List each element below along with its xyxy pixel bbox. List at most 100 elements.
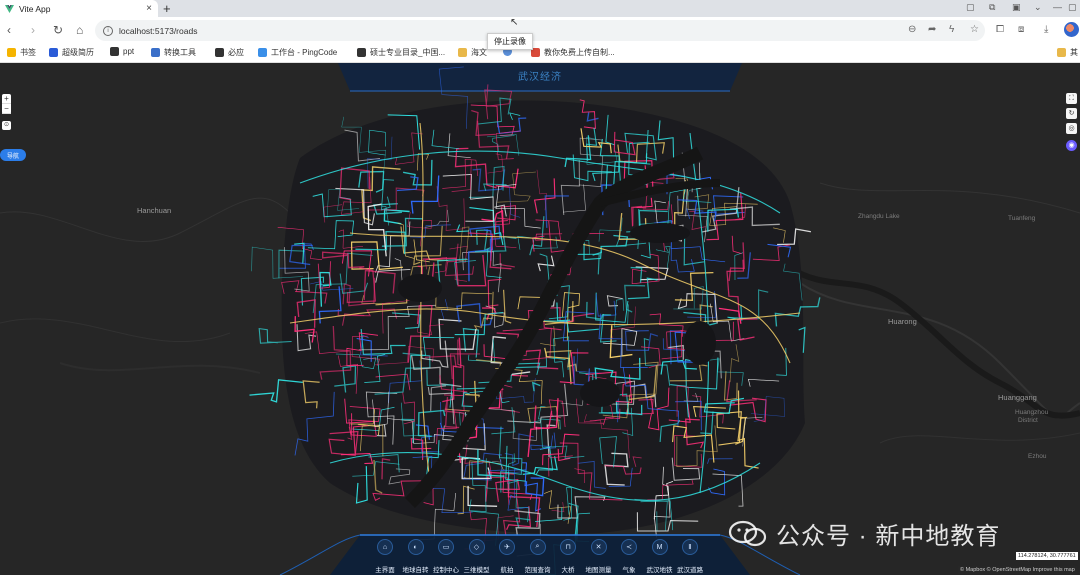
url-text: localhost:5173/roads	[119, 25, 198, 36]
bookmark-item[interactable]: ppt	[110, 47, 134, 56]
new-tab-button[interactable]: +	[163, 1, 171, 16]
bookmark-label: 硕士专业目录_中国...	[370, 48, 446, 57]
download-icon[interactable]: ⤓	[1044, 24, 1048, 35]
rotate-icon[interactable]: ↻	[1066, 108, 1077, 119]
share-icon[interactable]: ➦	[928, 24, 936, 35]
bookmark-item[interactable]: 海文	[458, 47, 487, 58]
vite-logo-icon	[5, 4, 14, 13]
bookmark-item[interactable]: 必应	[215, 47, 244, 58]
bookmarks-bar: 教你免费上传自制... 海文 硕士专业目录_中国... 工作台 - PingCode 必…	[0, 44, 1080, 63]
profile-icon[interactable]: ▢	[966, 2, 975, 13]
tab-title: Vite App	[19, 3, 51, 14]
place-label: Hanchuan	[137, 206, 172, 215]
bookmark-item[interactable]: 超级简历	[49, 47, 94, 58]
mouse-cursor-icon: ↖	[510, 17, 519, 28]
cast-icon[interactable]: ⧈	[1018, 24, 1024, 35]
avatar[interactable]	[1064, 22, 1079, 37]
zoom-out-button[interactable]: −	[2, 104, 11, 114]
extensions-icon[interactable]: ▣	[1012, 2, 1021, 13]
layers-icon[interactable]: ◎	[1066, 123, 1077, 134]
star-icon	[7, 48, 16, 57]
fullscreen-icon[interactable]: ⛶	[1066, 93, 1077, 104]
zoom-in-button[interactable]: +	[2, 94, 11, 104]
folder-icon	[458, 48, 467, 57]
nav-button[interactable]: 导航	[0, 149, 26, 161]
wechat-icon	[728, 520, 768, 548]
road-icon[interactable]: Ⅱ	[682, 539, 698, 555]
reload-icon[interactable]: ↻	[53, 23, 63, 37]
bolt-icon[interactable]: ϟ	[949, 24, 954, 35]
copy-icon[interactable]: ⧉	[989, 2, 995, 13]
place-label: Zhangdu Lake	[858, 213, 900, 220]
bookmark-label: 教你免费上传自制...	[544, 48, 615, 57]
pingcode-icon	[258, 48, 267, 57]
query-icon[interactable]: ⌕	[529, 539, 546, 555]
map-header: 武汉经济	[338, 63, 742, 91]
place-label: Huangzhou	[1015, 409, 1049, 416]
map-header-title: 武汉经济	[518, 72, 562, 83]
home-icon[interactable]: ⌂	[76, 23, 83, 37]
bridge-icon[interactable]: ⊓	[560, 539, 576, 555]
zoom-control: + −	[2, 94, 11, 114]
place-label: District	[1018, 417, 1038, 424]
maximize-icon[interactable]: ▢	[1068, 2, 1077, 13]
dock-label: 武汉道路	[677, 567, 703, 574]
tool-icon	[151, 48, 160, 57]
place-label: Ezhou	[1028, 453, 1047, 460]
bookmark-item[interactable]: 书签	[7, 47, 36, 58]
dock-item-road[interactable]: Ⅱ 武汉道路	[675, 533, 705, 575]
compass-icon[interactable]: ⊙	[2, 121, 11, 130]
zoom-icon[interactable]: ⊖	[908, 24, 916, 35]
place-label: Huarong	[888, 317, 917, 326]
assistant-icon[interactable]: ◉	[1066, 140, 1077, 151]
monitor-icon[interactable]: ▭	[438, 539, 454, 555]
forward-icon[interactable]: ›	[31, 23, 35, 37]
back-icon[interactable]: ‹	[7, 23, 11, 37]
watermark-text: 公众号 · 新中地教育	[776, 523, 1001, 550]
map-attribution[interactable]: © Mapbox © OpenStreetMap Improve this ma…	[958, 566, 1077, 574]
bookmark-label: 工作台 - PingCode	[271, 48, 338, 57]
ai-icon	[49, 48, 58, 57]
bookmark-item[interactable]: 教你免费上传自制...	[531, 47, 615, 58]
app-root: Vite App × + ▢ ⧉ ▣ ⌄ — ▢ ‹ › ↻ ⌂ i local…	[0, 0, 1080, 575]
bookmark-item[interactable]: 转换工具	[151, 47, 196, 58]
home-icon[interactable]: ⌂	[377, 539, 393, 555]
cube-icon[interactable]: ◇	[468, 539, 485, 555]
bookmark-item[interactable]: 工作台 - PingCode	[258, 47, 337, 58]
bookmark-label: ppt	[123, 47, 135, 56]
tab-vite-app[interactable]: Vite App ×	[0, 0, 158, 17]
coordinate-readout: 114.278124, 30.777761	[1016, 552, 1078, 560]
browser-toolbar: ‹ › ↻ ⌂ i localhost:5173/roads ⊖ ➦ ϟ ☆ ⧠…	[0, 17, 1080, 44]
minimize-icon[interactable]: —	[1053, 2, 1062, 12]
place-label: Huanggang	[998, 393, 1037, 402]
metro-icon[interactable]: M	[651, 539, 668, 555]
bookmark-label: 海文	[471, 48, 487, 57]
site-info-icon[interactable]: i	[103, 25, 113, 36]
puzzle-icon[interactable]: ⧠	[996, 24, 1004, 35]
browser-tabstrip: Vite App × + ▢ ⧉ ▣ ⌄ — ▢	[0, 0, 1080, 17]
chevron-down-icon[interactable]: ⌄	[1034, 2, 1042, 13]
watermark: 公众号 · 新中地教育	[728, 516, 1000, 551]
tab-close-icon[interactable]: ×	[146, 3, 152, 14]
bookmark-label: 转换工具	[164, 48, 196, 57]
address-bar[interactable]: i localhost:5173/roads	[95, 20, 985, 41]
face-icon	[110, 47, 119, 56]
place-label: Tuanfeng	[1008, 215, 1036, 222]
map-view[interactable]: 武汉经济 + − ⊙ 导航 ⛶ ↻ ◎ ◉ Hanchuan Huarong Hua…	[0, 63, 1080, 575]
drone-icon[interactable]: ✈	[499, 539, 515, 555]
bookmark-label: 必应	[228, 48, 244, 57]
weather-icon[interactable]: ≺	[621, 539, 637, 555]
folder-icon	[1057, 48, 1066, 57]
bottom-dock: ⌂ 主界面 ◐ 地球自转 ▭ 控制中心 ◇ 三维模型 ✈ 航拍 ⌕ 范围查询 ⊓ 大桥 ✕ 地图测量 ≺ 气象 M 武…	[330, 533, 750, 575]
globe-icon[interactable]: ◐	[407, 539, 424, 555]
bookmark-star-icon[interactable]: ☆	[970, 24, 979, 35]
bookmark-item[interactable]: 硕士专业目录_中国...	[357, 47, 445, 58]
map-canvas[interactable]	[0, 63, 1080, 575]
search-icon	[215, 48, 224, 57]
stop-recording-tooltip: 停止录像	[487, 33, 533, 50]
bookmark-label: 超级简历	[62, 48, 94, 57]
cap-icon	[357, 48, 366, 57]
bookmark-overflow[interactable]: 其	[1057, 47, 1078, 58]
bookmark-label: 书签	[20, 48, 36, 57]
measure-icon[interactable]: ✕	[590, 539, 607, 555]
